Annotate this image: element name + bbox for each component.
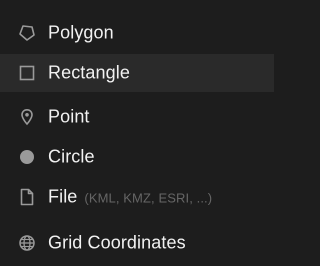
menu-item-point[interactable]: Point [0, 98, 274, 136]
menu-item-label: Circle [48, 146, 95, 167]
rectangle-icon [17, 63, 37, 83]
polygon-icon [17, 23, 37, 43]
map-pin-icon [17, 107, 37, 127]
menu-item-label: Grid Coordinates [48, 232, 186, 253]
menu-item-rectangle[interactable]: Rectangle [0, 54, 274, 92]
file-format-hint: (KML, KMZ, ESRI, ...) [84, 190, 213, 206]
menu-item-grid-coordinates[interactable]: Grid Coordinates [0, 224, 274, 262]
file-label: File [48, 186, 78, 207]
menu-item-label: Rectangle [48, 62, 130, 83]
menu-item-label: Polygon [48, 22, 114, 43]
draw-shape-menu: Polygon Rectangle Point Circle File (KML… [0, 0, 274, 266]
menu-item-circle[interactable]: Circle [0, 138, 274, 176]
menu-item-label: File (KML, KMZ, ESRI, ...) [48, 187, 212, 208]
menu-item-file[interactable]: File (KML, KMZ, ESRI, ...) [0, 178, 274, 216]
globe-grid-icon [17, 233, 37, 253]
circle-icon [17, 147, 37, 167]
file-icon [17, 187, 37, 207]
menu-item-label: Point [48, 106, 90, 127]
menu-item-polygon[interactable]: Polygon [0, 14, 274, 52]
